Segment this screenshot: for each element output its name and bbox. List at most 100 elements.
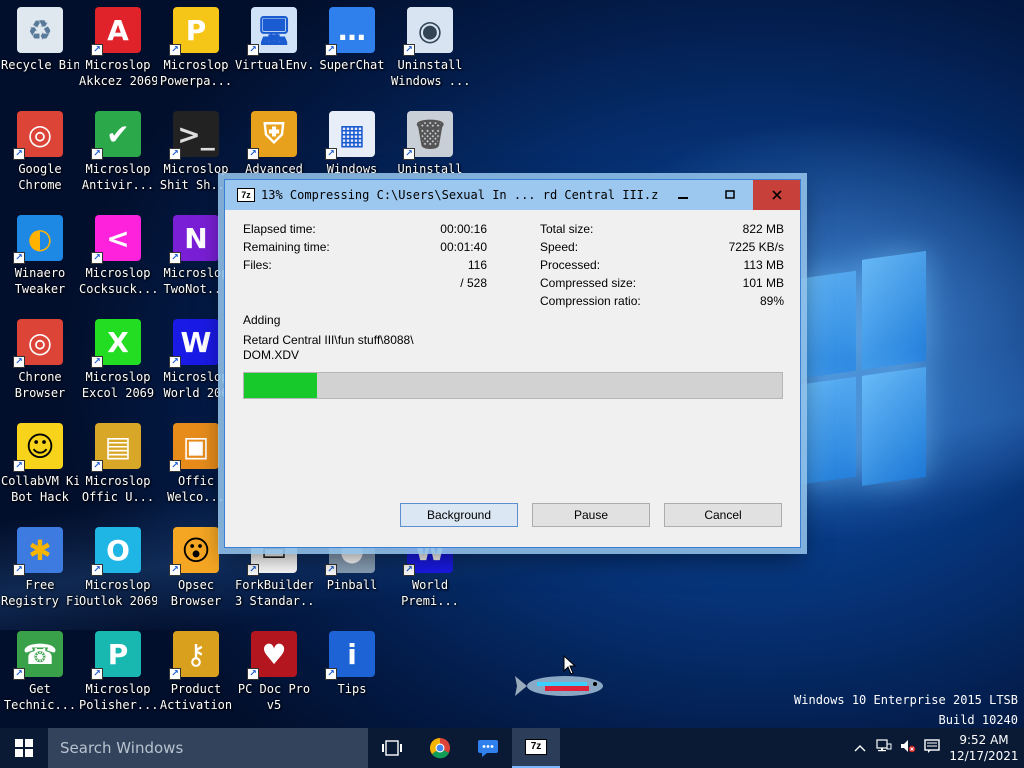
notification-icon [924, 739, 940, 753]
desktop-icon-label: World Premi... [401, 578, 459, 608]
shortcut-arrow-icon: ↗ [169, 44, 181, 56]
desktop-icon[interactable]: ✔ ↗ Microslop Antivir... [79, 111, 157, 193]
desktop-icon-label: Microslop Cocksuck... [79, 266, 157, 296]
taskbar-chrome-button[interactable] [416, 728, 464, 768]
desktop-icon[interactable]: ♻ Recycle Bin [1, 7, 79, 73]
info-icon: i ↗ [325, 631, 375, 680]
office-update-icon: ▤ ↗ [91, 423, 141, 472]
desktop-icon[interactable]: 🖥↗ VirtualEnv... [235, 7, 313, 73]
desktop-icon[interactable]: O ↗ Microslop Outlok 2069 [79, 527, 157, 609]
show-hidden-icons-icon[interactable] [848, 740, 872, 756]
shortcut-arrow-icon: ↗ [169, 460, 181, 472]
desktop-icon-label: CollabVM Kit Bot Hack [1, 474, 79, 504]
smiley-icon: ☺ ↗ [13, 423, 63, 472]
desktop-icon[interactable]: 🗑 ↗ Uninstall [391, 111, 469, 177]
shortcut-arrow-icon: ↗ [247, 44, 259, 56]
cancel-button[interactable]: Cancel [664, 503, 782, 527]
chevron-up-icon [854, 745, 866, 752]
shortcut-arrow-icon: ↗ [169, 668, 181, 680]
desktop-icon[interactable]: P ↗ Microslop Powerpa... [157, 7, 235, 89]
shield-check-icon: ✔ ↗ [91, 111, 141, 160]
desktop-icon[interactable]: ☺↗CollabVM Kit Bot Hack [1, 423, 79, 505]
minimize-button[interactable] [659, 180, 706, 210]
stat-label: Files: [243, 258, 272, 272]
stat-value: / 528 [460, 276, 487, 290]
desktop-icon[interactable]: ⚷ ↗ Product Activation [157, 631, 235, 713]
shortcut-arrow-icon: ↗ [13, 148, 25, 160]
desktop-icon[interactable]: ◉ ↗ Uninstall Windows ... [391, 7, 469, 89]
maximize-icon [724, 190, 735, 199]
desktop-icon[interactable]: ◎ ↗ Chrone Browser [1, 319, 79, 401]
desktop-icon[interactable]: ✱↗Free Registry Fix [1, 527, 79, 609]
shortcut-arrow-icon: ↗ [91, 252, 103, 264]
windows-start-icon [15, 739, 33, 757]
pc-doc-icon: ♥ ↗ [247, 631, 297, 680]
dialog-titlebar[interactable]: 7z 13% Compressing C:\Users\Sexual In ..… [225, 180, 800, 210]
time-stats: Elapsed time: 00:00:16 Remaining time: 00:… [243, 222, 487, 294]
security-shield-icon: ⛨ ↗ [247, 111, 297, 160]
progress-bar [243, 372, 783, 399]
desktop-icon[interactable]: i ↗ Tips [313, 631, 391, 697]
desktop-icon[interactable]: X ↗ Microslop Excol 2069 [79, 319, 157, 401]
window-icon: ▦ ↗ [325, 111, 375, 160]
clock[interactable]: 9:52 AM 12/17/2021 [944, 732, 1024, 764]
shortcut-arrow-icon: ↗ [13, 252, 25, 264]
taskbar: Search Windows 7z 9:52 AM 12/17/2021 [0, 728, 1024, 768]
search-box[interactable]: Search Windows [48, 728, 368, 768]
start-button[interactable] [0, 728, 48, 768]
compress-progress-dialog: 7z 13% Compressing C:\Users\Sexual In ..… [224, 179, 801, 548]
desktop-icon-label: VirtualEnv... [235, 58, 313, 72]
desktop-icon[interactable]: ◎ ↗ Google Chrome [1, 111, 79, 193]
task-view-button[interactable] [368, 728, 416, 768]
stat-value: 00:00:16 [440, 222, 487, 236]
computer-icon: 🖥 ↗ [247, 7, 297, 56]
build-text: Build 10240 [938, 713, 1018, 727]
stat-value: 101 MB [742, 276, 784, 290]
desktop-icon[interactable]: ⛨ ↗ Advanced [235, 111, 313, 177]
desktop-icon-label: Microslop Akkcez 2069 [79, 58, 157, 88]
shortcut-arrow-icon: ↗ [91, 356, 103, 368]
volume-muted-icon[interactable] [896, 739, 920, 757]
stat-value: 7225 KB/s [728, 240, 784, 254]
stat-label: Remaining time: [243, 240, 330, 254]
close-button[interactable] [753, 180, 800, 210]
taskbar-superchat-button[interactable] [464, 728, 512, 768]
stat-row: Compressed size: 101 MB [540, 276, 784, 294]
chrome-icon [430, 738, 450, 759]
desktop-icon[interactable]: ▤ ↗ Microslop Offic U... [79, 423, 157, 505]
taskbar-7zip-button[interactable]: 7z [512, 728, 560, 768]
desktop-icon[interactable]: ▦ ↗ Windows [313, 111, 391, 177]
network-icon[interactable] [872, 739, 896, 757]
stat-label: Processed: [540, 258, 601, 272]
desktop-icon[interactable]: P ↗ Microslop Polisher... [79, 631, 157, 713]
desktop-icon[interactable]: … ↗ SuperChat [313, 7, 391, 73]
desktop-icon-label: Microslop Antivir... [81, 162, 155, 192]
stat-value: 822 MB [742, 222, 784, 236]
desktop-icon[interactable]: A ↗ Microslop Akkcez 2069 [79, 7, 157, 89]
desktop-icon[interactable]: ♥ ↗ PC Doc Pro v5 [235, 631, 313, 713]
desktop-icon-label: Microslop Offic U... [81, 474, 155, 504]
shortcut-arrow-icon: ↗ [13, 460, 25, 472]
maximize-button[interactable] [706, 180, 753, 210]
winaero-icon: ◐ ↗ [13, 215, 63, 264]
stat-row: Files: 116 [243, 258, 487, 276]
background-button[interactable]: Background [400, 503, 518, 527]
chat-icon: … ↗ [325, 7, 375, 56]
desktop-icon[interactable]: ☎ ↗ Get Technic... [1, 631, 79, 713]
desktop-icon-label: Opsec Browser [170, 578, 222, 608]
desktop-icon[interactable]: < ↗ Microslop Cocksuck... [79, 215, 157, 297]
desktop-icon[interactable]: ◐ ↗ Winaero Tweaker [1, 215, 79, 297]
stat-row: Total size: 822 MB [540, 222, 784, 240]
shortcut-arrow-icon: ↗ [13, 564, 25, 576]
shortcut-arrow-icon: ↗ [91, 148, 103, 160]
desktop-icon-label: Uninstall [397, 162, 463, 176]
surprised-face-icon: 😮 ↗ [169, 527, 219, 576]
desktop-icon-label: Advanced [245, 162, 303, 176]
windows-build-watermark: Windows 10 Enterprise 2015 LTSB Build 10… [794, 690, 1018, 730]
desktop-icon-label: Get Technic... [3, 682, 77, 712]
action-center-icon[interactable] [920, 739, 944, 757]
stat-row: Elapsed time: 00:00:16 [243, 222, 487, 240]
progress-fill [244, 373, 317, 398]
pause-button[interactable]: Pause [532, 503, 650, 527]
stat-label [243, 276, 460, 294]
